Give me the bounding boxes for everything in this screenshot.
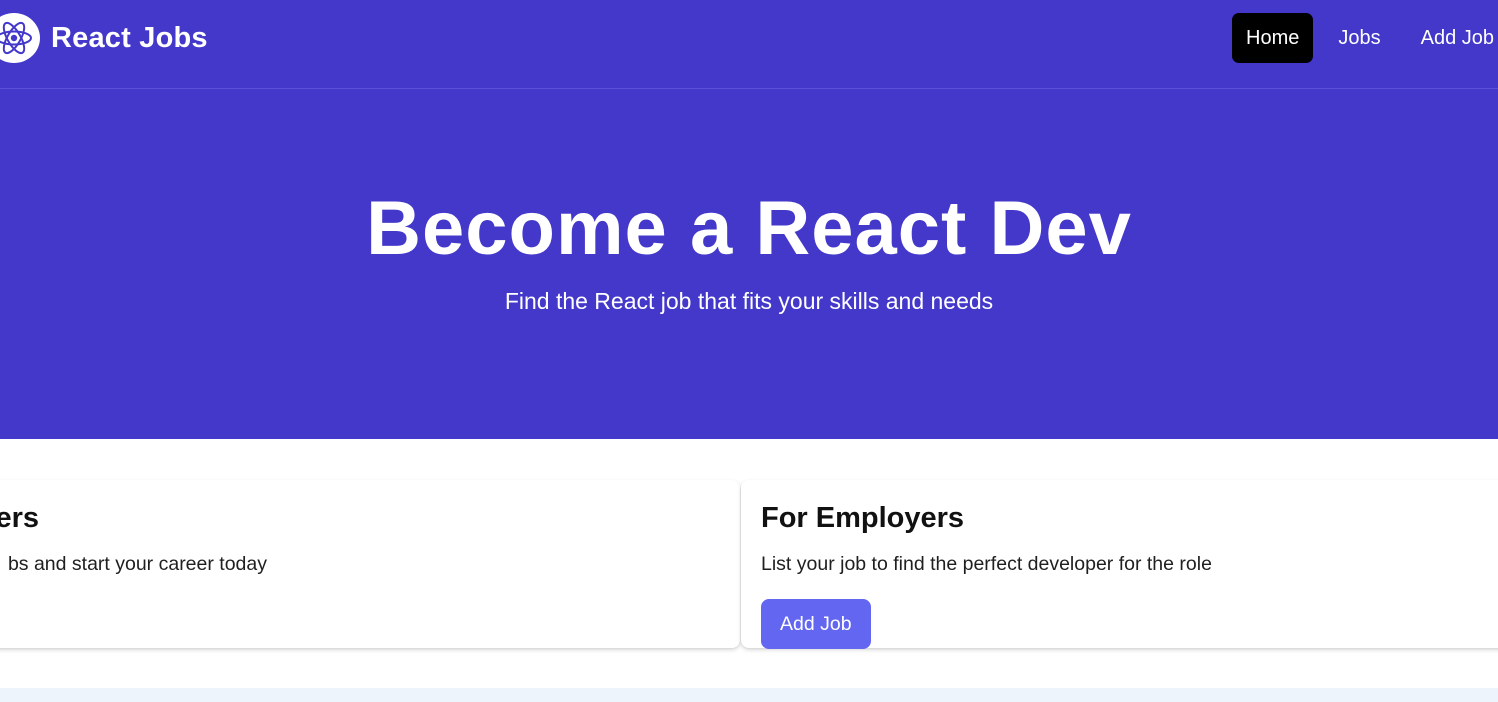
nav-link-jobs[interactable]: Jobs [1324, 13, 1394, 63]
hero-title: Become a React Dev [366, 186, 1132, 271]
employers-card-text: List your job to find the perfect develo… [761, 553, 1212, 575]
developers-card-title: ers [0, 502, 39, 534]
next-section-strip [0, 688, 1498, 702]
react-logo-icon [0, 13, 40, 63]
hero-section: Become a React Dev Find the React job th… [0, 89, 1498, 439]
navbar: React Jobs Home Jobs Add Job [0, 0, 1498, 89]
developers-card-text: bs and start your career today [7, 553, 267, 575]
brand-link[interactable]: React Jobs [0, 13, 208, 63]
hero-subtitle: Find the React job that fits your skills… [504, 288, 994, 314]
nav-link-home[interactable]: Home [1232, 13, 1314, 63]
add-job-button[interactable]: Add Job [761, 599, 871, 649]
employers-card: For Employers List your job to find the … [741, 480, 1498, 649]
developers-card: ers bs and start your career today [0, 480, 740, 648]
nav-links: Home Jobs Add Job [1232, 13, 1494, 63]
brand-name: React Jobs [51, 21, 208, 54]
nav-link-add-job[interactable]: Add Job [1407, 13, 1494, 63]
employers-card-title: For Employers [761, 502, 965, 534]
